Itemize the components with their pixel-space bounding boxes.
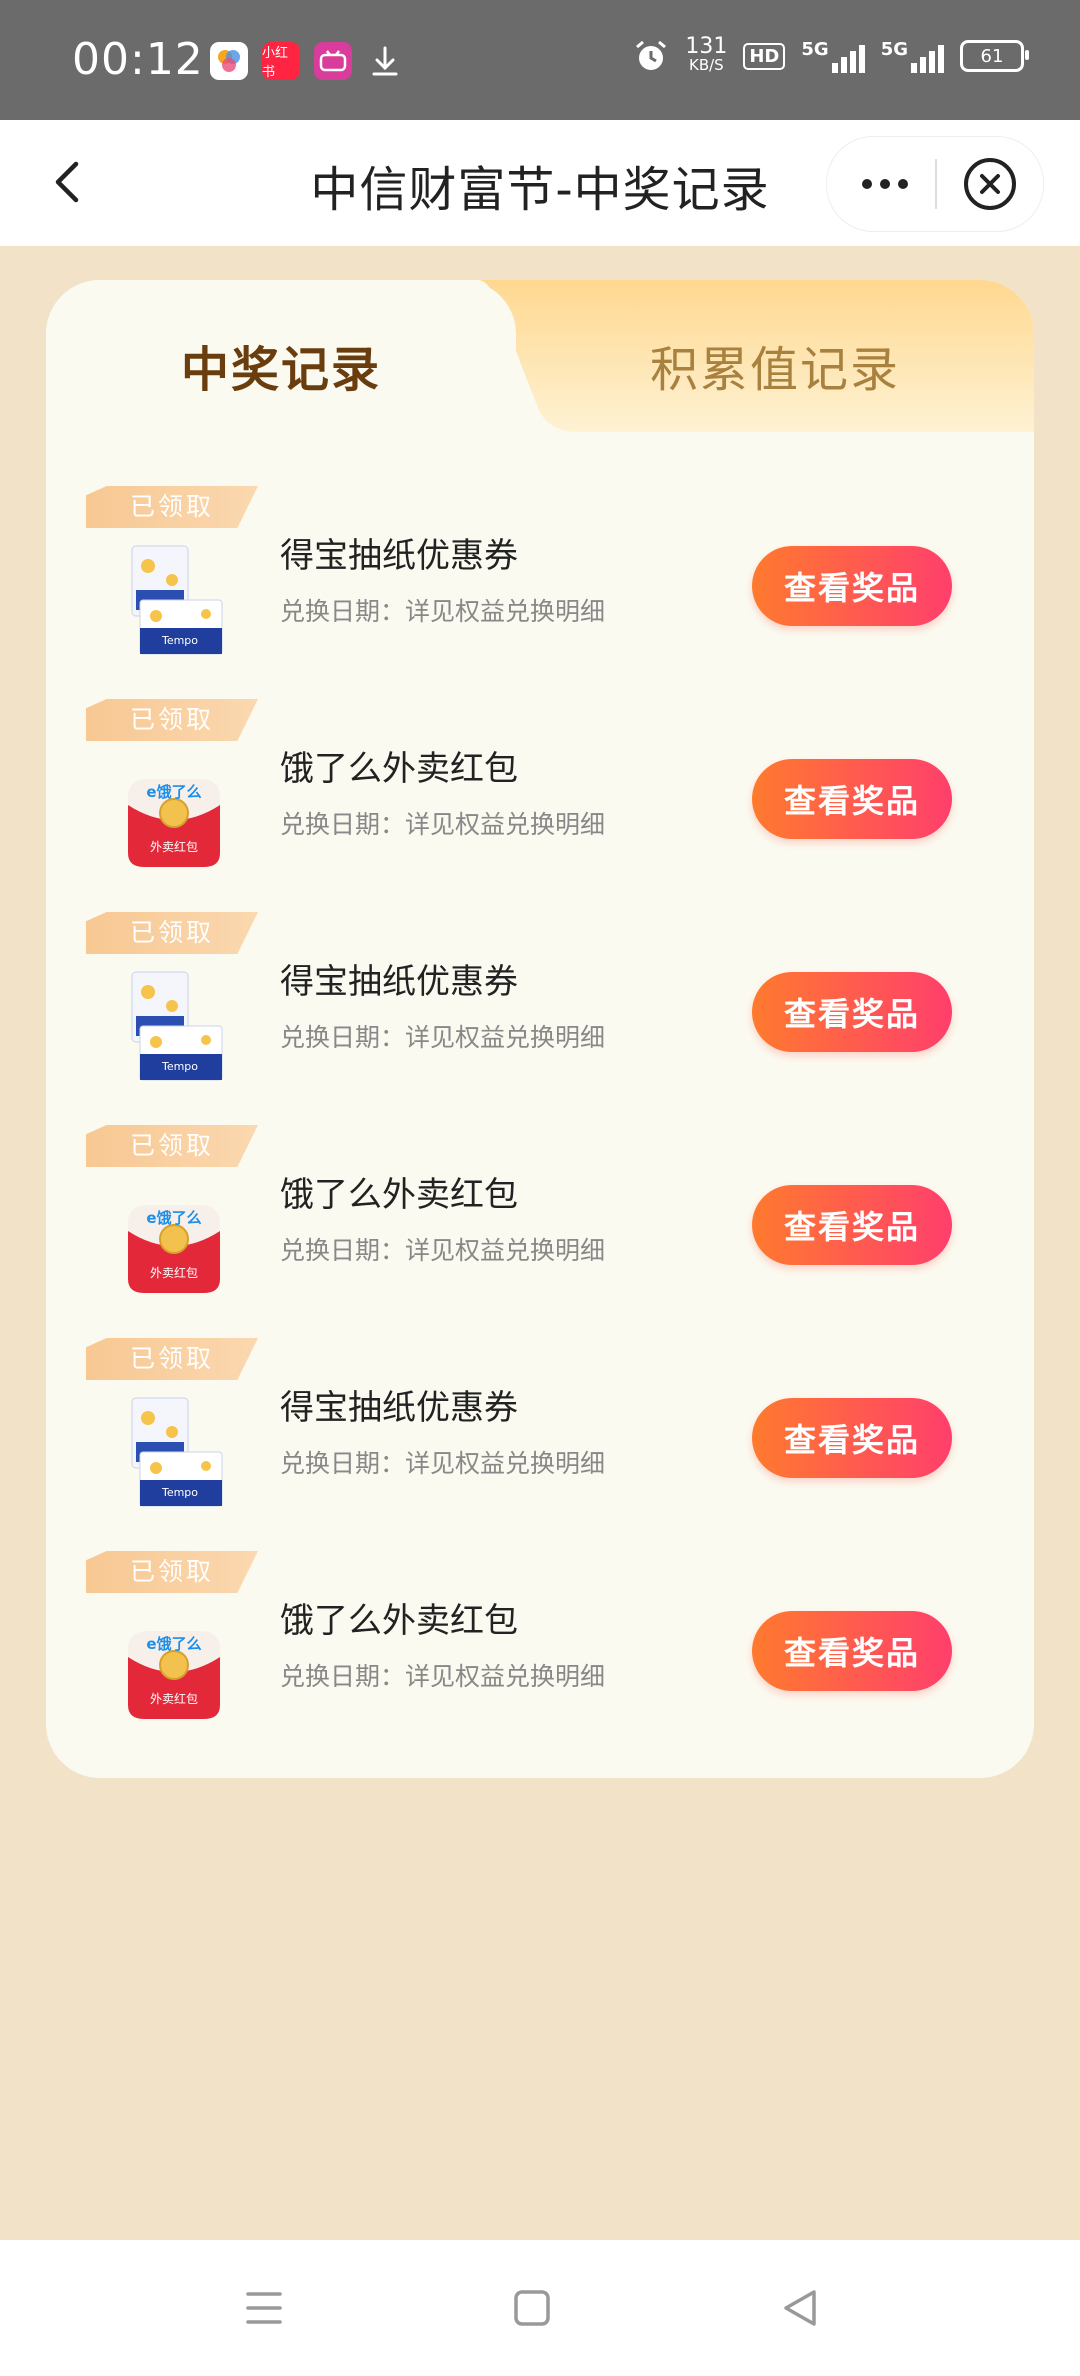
tab-prize-records[interactable]: 中奖记录 (46, 320, 516, 410)
notification-icons: 小红书 (210, 42, 404, 80)
menu-icon[interactable] (240, 2284, 288, 2332)
dot (880, 179, 890, 189)
eleme-redpacket-image: e饿了么外卖红包 (114, 1179, 234, 1299)
claimed-badge: 已领取 (86, 1125, 258, 1167)
xiaohongshu-icon: 小红书 (262, 42, 300, 80)
record-row: 已领取 Tempo 得宝抽纸优惠券兑换日期：详见权益兑换明细 查看奖品 (86, 486, 1006, 699)
svg-text:e饿了么: e饿了么 (146, 783, 201, 801)
svg-text:Tempo: Tempo (161, 1486, 198, 1499)
download-icon (366, 42, 404, 80)
view-prize-button[interactable]: 查看奖品 (752, 1611, 952, 1691)
capsule-divider (935, 159, 937, 209)
record-row: 已领取 e饿了么外卖红包 饿了么外卖红包兑换日期：详见权益兑换明细 查看奖品 (86, 1125, 1006, 1338)
status-time: 00:12 (72, 34, 204, 85)
claimed-badge: 已领取 (86, 486, 258, 528)
tissue-product-image: Tempo (114, 1392, 234, 1512)
prize-name: 饿了么外卖红包 (280, 1175, 518, 1215)
tissue-product-image: Tempo (114, 540, 234, 660)
signal-icon-2: 5G (881, 39, 944, 73)
prize-name: 得宝抽纸优惠券 (280, 962, 518, 1002)
svg-text:e饿了么: e饿了么 (146, 1209, 201, 1227)
view-prize-button[interactable]: 查看奖品 (752, 972, 952, 1052)
svg-text:Tempo: Tempo (161, 634, 198, 647)
home-icon[interactable] (508, 2284, 556, 2332)
claimed-badge: 已领取 (86, 912, 258, 954)
back-triangle-icon[interactable] (776, 2284, 824, 2332)
view-prize-button[interactable]: 查看奖品 (752, 759, 952, 839)
network-speed: 131 KB/S (685, 34, 728, 75)
record-list: 已领取 Tempo 得宝抽纸优惠券 兑换日期：详见权益兑换明细 查看奖品 已领取 e饿了么外… (86, 486, 1006, 1764)
bilibili-icon (314, 42, 352, 80)
claimed-badge: 已领取 (86, 699, 258, 741)
eleme-redpacket-image: e饿了么外卖红包 (114, 1605, 234, 1725)
redeem-date: 兑换日期：详见权益兑换明细 (280, 1662, 606, 1691)
photos-icon (210, 42, 248, 80)
status-indicators: 131 KB/S HD 5G 5G 61 (633, 34, 1029, 75)
more-button[interactable] (853, 159, 917, 209)
dot (862, 179, 872, 189)
record-row: 已领取 e饿了么外卖红包 饿了么外卖红包兑换日期：详见权益兑换明细 查看奖品 (86, 699, 1006, 912)
svg-text:外卖红包: 外卖红包 (150, 1265, 198, 1280)
hd-indicator: HD (743, 42, 786, 70)
prize-name: 得宝抽纸优惠券 (280, 536, 518, 576)
record-row: 已领取 Tempo 得宝抽纸优惠券兑换日期：详见权益兑换明细 查看奖品 (86, 1338, 1006, 1551)
battery-icon: 61 (960, 40, 1029, 72)
miniprogram-capsule (826, 136, 1044, 232)
record-row: 已领取 Tempo 得宝抽纸优惠券兑换日期：详见权益兑换明细 查看奖品 (86, 912, 1006, 1125)
signal-icon-1: 5G (801, 39, 865, 73)
svg-text:e饿了么: e饿了么 (146, 1635, 201, 1653)
svg-text:外卖红包: 外卖红包 (150, 839, 198, 854)
status-bar: 00:12 小红书 131 KB/S HD 5G 5G 61 (0, 0, 1080, 120)
system-nav-bar (0, 2240, 1080, 2376)
redeem-date: 兑换日期：详见权益兑换明细 (280, 1023, 606, 1052)
record-row: 已领取 e饿了么外卖红包 饿了么外卖红包兑换日期：详见权益兑换明细 查看奖品 (86, 1551, 1006, 1764)
dot (898, 179, 908, 189)
view-prize-button[interactable]: 查看奖品 (752, 1398, 952, 1478)
tissue-product-image: Tempo (114, 966, 234, 1086)
redeem-date: 兑换日期：详见权益兑换明细 (280, 597, 606, 626)
prize-name: 饿了么外卖红包 (280, 1601, 518, 1641)
prize-name: 得宝抽纸优惠券 (280, 1388, 518, 1428)
view-prize-button[interactable]: 查看奖品 (752, 546, 952, 626)
redeem-date: 兑换日期：详见权益兑换明细 (280, 810, 606, 839)
view-prize-button[interactable]: 查看奖品 (752, 1185, 952, 1265)
redeem-date: 兑换日期：详见权益兑换明细 (280, 1236, 606, 1265)
redeem-date: 兑换日期：详见权益兑换明细 (280, 1449, 606, 1478)
claimed-badge: 已领取 (86, 1551, 258, 1593)
eleme-redpacket-image: e饿了么外卖红包 (114, 753, 234, 873)
claimed-badge: 已领取 (86, 1338, 258, 1380)
svg-text:外卖红包: 外卖红包 (150, 1691, 198, 1706)
svg-text:Tempo: Tempo (161, 1060, 198, 1073)
records-card: 中奖记录 积累值记录 已领取 Tempo 得宝抽纸优惠券 兑换日期：详见权益兑换明细查… (46, 280, 1034, 1778)
tab-points-records[interactable]: 积累值记录 (516, 320, 1034, 410)
nav-bar: 中信财富节-中奖记录 (0, 120, 1080, 246)
alarm-icon (633, 38, 669, 74)
close-circle-icon (964, 158, 1016, 210)
close-button[interactable] (963, 157, 1017, 211)
prize-name: 饿了么外卖红包 (280, 749, 518, 789)
